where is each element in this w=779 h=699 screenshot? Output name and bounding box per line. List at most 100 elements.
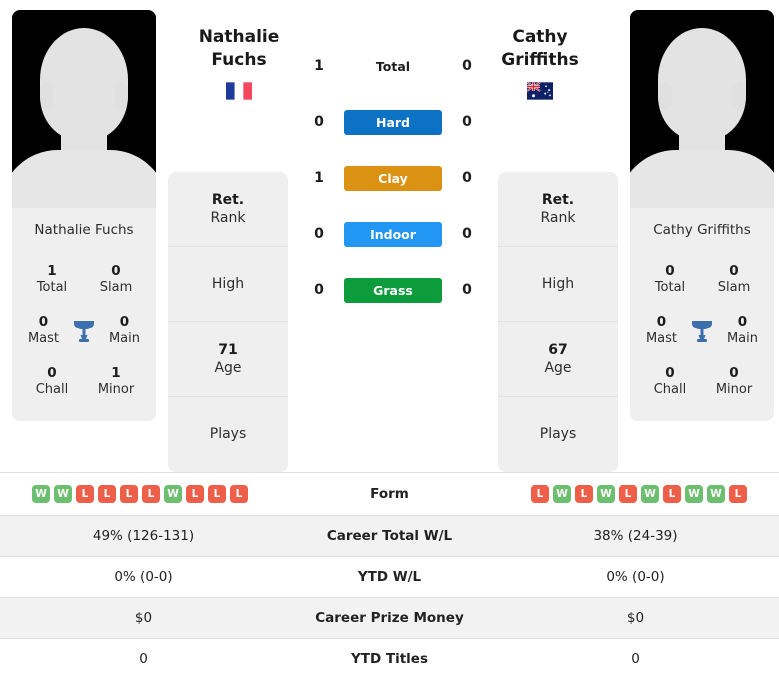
titles-row: 0 Chall 1 Minor [18, 356, 150, 407]
info-value: 71 [218, 341, 238, 358]
stat-label: Main [108, 331, 141, 346]
stat-cell-mast: 0 Mast [20, 314, 67, 347]
stat-cell-minor: 0 Minor [702, 365, 766, 398]
surface-badge-clay[interactable]: Clay [344, 165, 442, 191]
stat-label: Mast [27, 331, 60, 346]
stat-label: Main [726, 331, 759, 346]
left-player-photo [12, 10, 156, 208]
right-surface-score: 0 [462, 282, 472, 298]
titles-row: 0 Chall 0 Minor [636, 356, 768, 407]
form-badge[interactable]: L [729, 485, 747, 503]
info-label: Rank [540, 210, 576, 226]
right-player-card[interactable]: Cathy Griffiths 0 Total 0 Slam 0 Mast 0 … [630, 10, 774, 422]
left-stat-value: 49% (126-131) [92, 528, 195, 544]
info-label: Plays [539, 426, 577, 443]
right-player-last-name: Griffiths [501, 49, 579, 70]
silhouette-ear-right-icon [732, 82, 746, 110]
trophy-icon [67, 319, 101, 343]
form-badge[interactable]: W [32, 485, 50, 503]
left-stat-value: 0 [139, 651, 148, 668]
table-row-career-prize-money: $0 Career Prize Money $0 [0, 597, 779, 639]
form-badge[interactable]: W [707, 485, 725, 503]
stat-value: 1 [111, 365, 121, 382]
stat-label: Minor [97, 382, 135, 398]
form-badge[interactable]: L [76, 485, 94, 503]
stat-row-label: YTD Titles [351, 651, 428, 668]
table-row-ytd-wl: 0% (0-0) YTD W/L 0% (0-0) [0, 556, 779, 598]
titles-row: 1 Total 0 Slam [18, 254, 150, 305]
form-badge[interactable]: W [597, 485, 615, 503]
form-badge[interactable]: L [663, 485, 681, 503]
stat-value: 0 [737, 314, 748, 331]
table-row-ytd-titles: 0 YTD Titles 0 [0, 638, 779, 680]
stat-cell-total: 1 Total [20, 263, 84, 296]
info-value: Ret. [541, 191, 575, 208]
form-badge[interactable]: L [186, 485, 204, 503]
info-label: High [211, 275, 245, 292]
titles-row: 0 Total 0 Slam [636, 254, 768, 305]
info-cell-plays: Plays [168, 397, 288, 472]
stat-label: Slam [717, 279, 751, 295]
left-player-name-header[interactable]: Nathalie Fuchs [164, 26, 314, 100]
surface-badge-grass[interactable]: Grass [344, 277, 442, 303]
form-badge[interactable]: W [641, 485, 659, 503]
stat-cell-total: 0 Total [638, 263, 702, 296]
table-row-career-total-wl: 49% (126-131) Career Total W/L 38% (24-3… [0, 515, 779, 557]
surface-badge-hard[interactable]: Hard [344, 109, 442, 135]
form-badge[interactable]: W [164, 485, 182, 503]
right-stat-value: 0 [631, 651, 640, 668]
left-stat-value: 0% (0-0) [114, 569, 173, 585]
surface-row-clay: 1 Clay 0 [294, 150, 492, 206]
titles-row: 0 Mast 0 Main [636, 305, 768, 356]
left-player-last-name: Fuchs [211, 49, 267, 70]
surface-badge-indoor[interactable]: Indoor [344, 221, 442, 247]
stat-value: 0 [665, 263, 675, 279]
form-badge[interactable]: L [230, 485, 248, 503]
left-player-card[interactable]: Nathalie Fuchs 1 Total 0 Slam 0 Mast 0 M… [12, 10, 156, 422]
info-cell-age: 67 Age [498, 322, 618, 397]
right-form-cell: L W L W L W L W W L [492, 473, 779, 516]
form-badge[interactable]: W [685, 485, 703, 503]
titles-row: 0 Mast 0 Main [18, 305, 150, 356]
surface-row-hard: 0 Hard 0 [294, 94, 492, 150]
stat-label: Chall [35, 382, 69, 398]
info-cell-high: High [168, 247, 288, 322]
right-player-name-header[interactable]: Cathy Griffiths [465, 26, 615, 100]
stat-row-label: Form [370, 486, 409, 502]
left-player-photo-name: Nathalie Fuchs [34, 222, 134, 238]
form-badge[interactable]: L [98, 485, 116, 503]
right-stat-value: $0 [626, 610, 645, 626]
form-badge[interactable]: L [619, 485, 637, 503]
form-badge[interactable]: L [120, 485, 138, 503]
table-row-form: W W L L L L W L L L Form L W L W L W L W… [0, 472, 779, 516]
stat-label: Total [36, 279, 68, 295]
silhouette-ear-right-icon [114, 82, 128, 110]
form-badge[interactable]: L [531, 485, 549, 503]
stat-cell-minor: 1 Minor [84, 365, 148, 398]
trophy-icon [685, 319, 719, 343]
left-surface-score: 0 [314, 226, 324, 242]
stat-cell-mast: 0 Mast [638, 314, 685, 347]
fr-flag-icon [226, 82, 252, 100]
stat-value: 0 [665, 365, 675, 382]
stat-cell-main: 0 Main [719, 314, 766, 347]
left-form-badges: W W L L L L W L L L [6, 485, 281, 503]
right-player-column: Cathy Griffiths 0 Total 0 Slam 0 Mast 0 … [618, 10, 779, 422]
silhouette-body-icon [12, 150, 156, 208]
left-player-column: Nathalie Fuchs 1 Total 0 Slam 0 Mast 0 M… [0, 10, 168, 422]
stat-value: 0 [729, 263, 739, 279]
silhouette-ear-left-icon [40, 82, 54, 110]
form-badge[interactable]: W [553, 485, 571, 503]
info-label: Rank [210, 210, 246, 226]
form-badge[interactable]: L [575, 485, 593, 503]
info-label: Age [214, 360, 242, 376]
form-badge[interactable]: W [54, 485, 72, 503]
stat-cell-chall: 0 Chall [638, 365, 702, 398]
stat-row-label: Career Prize Money [315, 610, 464, 626]
form-badge[interactable]: L [142, 485, 160, 503]
surface-label-total: Total [375, 58, 411, 74]
info-label: High [541, 275, 575, 292]
form-badge[interactable]: L [208, 485, 226, 503]
right-surface-score: 0 [462, 114, 472, 130]
info-cell-rank: Ret. Rank [498, 172, 618, 247]
